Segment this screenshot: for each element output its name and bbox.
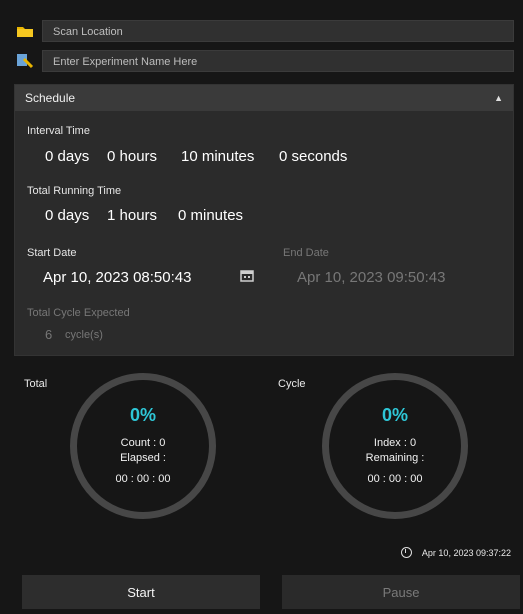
cycle-count: 6 [45, 327, 53, 342]
pause-button[interactable]: Pause [282, 575, 520, 609]
start-date-value[interactable]: Apr 10, 2023 08:50:43 [43, 269, 191, 286]
total-percent: 0% [129, 405, 156, 425]
experiment-name-row: Enter Experiment Name Here [14, 48, 514, 74]
calendar-icon[interactable] [240, 268, 254, 287]
elapsed-time: 00 : 00 : 00 [115, 473, 171, 485]
chevron-up-icon[interactable]: ▲ [494, 93, 503, 103]
clock-icon [400, 547, 412, 558]
running-hours[interactable]: 1 hours [107, 207, 157, 224]
schedule-panel: Schedule ▲ Interval Time 0 days 0 hours … [14, 84, 514, 356]
cycle-index: Index : 0 [373, 437, 417, 449]
end-date-label: End Date [283, 247, 329, 259]
timestamp: Apr 10, 2023 09:37:22 [400, 547, 511, 558]
running-days[interactable]: 0 days [45, 207, 89, 224]
total-running-time-label: Total Running Time [27, 185, 122, 197]
total-cycle-expected-label: Total Cycle Expected [27, 307, 130, 319]
running-minutes[interactable]: 0 minutes [178, 207, 243, 224]
cycle-unit: cycle(s) [65, 329, 103, 341]
experiment-name-input[interactable]: Enter Experiment Name Here [42, 50, 514, 72]
cycle-percent: 0% [381, 405, 408, 425]
total-label: Total [24, 378, 48, 390]
total-progress-ring: 0% Count : 0 Elapsed : 00 : 00 : 00 [70, 373, 216, 519]
schedule-title: Schedule [25, 91, 76, 105]
remaining-label: Remaining : [365, 452, 425, 464]
total-count: Count : 0 [120, 437, 166, 449]
remaining-time: 00 : 00 : 00 [367, 473, 423, 485]
elapsed-label: Elapsed : [120, 452, 166, 464]
interval-time-label: Interval Time [27, 125, 90, 137]
experiment-icon [14, 51, 36, 71]
interval-seconds[interactable]: 0 seconds [279, 148, 347, 165]
timestamp-text: Apr 10, 2023 09:37:22 [421, 547, 511, 558]
scan-location-field[interactable]: Scan Location [42, 20, 514, 42]
cycle-label: Cycle [278, 378, 306, 390]
scan-location-row: Scan Location [14, 18, 514, 44]
interval-minutes[interactable]: 10 minutes [181, 148, 254, 165]
app-window: Scan Location Enter Experiment Name Here… [0, 0, 523, 614]
end-date-value: Apr 10, 2023 09:50:43 [297, 269, 446, 286]
schedule-header[interactable]: Schedule ▲ [15, 85, 513, 111]
folder-icon[interactable] [14, 21, 36, 41]
cycle-progress-ring: 0% Index : 0 Remaining : 00 : 00 : 00 [322, 373, 468, 519]
interval-hours[interactable]: 0 hours [107, 148, 157, 165]
start-date-label: Start Date [27, 247, 77, 259]
start-button[interactable]: Start [22, 575, 260, 609]
interval-days[interactable]: 0 days [45, 148, 89, 165]
